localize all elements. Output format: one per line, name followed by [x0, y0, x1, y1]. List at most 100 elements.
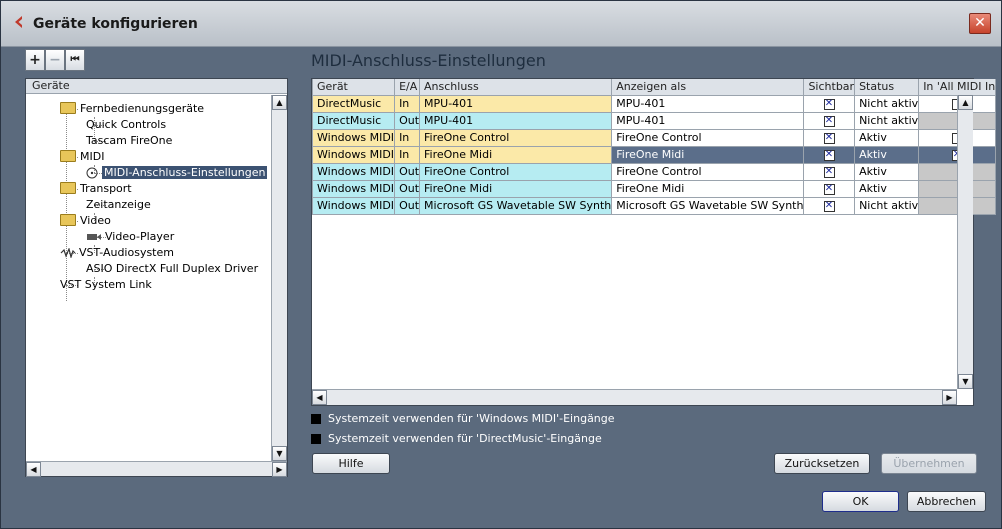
cell-show-as[interactable]: FireOne Control	[611, 128, 805, 147]
cell-visible	[803, 111, 856, 130]
title-bar: Geräte konfigurieren ✕	[1, 1, 1001, 47]
cell-device: Windows MIDI	[311, 145, 396, 164]
cell-port: MPU-401	[419, 111, 613, 130]
table-row[interactable]: Windows MIDI Out Microsoft GS Wavetable …	[311, 196, 997, 215]
column-header-io[interactable]: E/A	[394, 79, 421, 96]
cell-show-as[interactable]: FireOne Midi	[611, 145, 805, 164]
table-row-selected[interactable]: Windows MIDI In FireOne Midi FireOne Mid…	[311, 145, 997, 164]
visible-checkbox[interactable]	[823, 98, 835, 110]
scroll-up-arrow-icon[interactable]: ▲	[958, 95, 973, 110]
cell-port: FireOne Control	[419, 128, 613, 147]
column-header-port[interactable]: Anschluss	[419, 79, 613, 96]
tree-item-vst-system-link[interactable]: VST System Link	[60, 277, 152, 293]
cell-status: Nicht aktiv	[854, 196, 920, 215]
video-icon	[87, 234, 101, 240]
column-header-device[interactable]: Gerät	[311, 79, 396, 96]
apply-button[interactable]: Übernehmen	[881, 453, 977, 474]
table-row[interactable]: DirectMusic In MPU-401 MPU-401 Nicht akt…	[311, 94, 997, 113]
audio-icon	[60, 247, 76, 260]
system-time-windows-midi-option[interactable]: Systemzeit verwenden für 'Windows MIDI'-…	[311, 412, 615, 425]
visible-checkbox[interactable]	[823, 149, 835, 161]
cell-status: Nicht aktiv	[854, 111, 920, 130]
visible-checkbox[interactable]	[823, 132, 835, 144]
column-header-all-midi-in[interactable]: In 'All MIDI In	[918, 79, 997, 96]
ok-button[interactable]: OK	[822, 491, 899, 512]
cell-port: Microsoft GS Wavetable SW Synth	[419, 196, 613, 215]
tree-item-fernbedienungsgeraete[interactable]: Fernbedienungsgeräte	[60, 101, 204, 117]
column-header-show-as[interactable]: Anzeigen als	[611, 79, 805, 96]
tree-item-midi-anschluss-einstellungen[interactable]: MIDI-Anschluss-Einstellungen	[86, 165, 268, 181]
system-time-windows-midi-checkbox[interactable]	[311, 413, 321, 424]
cell-port: FireOne Midi	[419, 179, 613, 198]
scroll-down-arrow-icon[interactable]: ▼	[272, 446, 287, 461]
tree-item-asio-directx[interactable]: ASIO DirectX Full Duplex Driver	[86, 261, 258, 277]
cell-show-as[interactable]: MPU-401	[611, 111, 805, 130]
cell-device: DirectMusic	[311, 111, 396, 130]
tree-header: Geräte	[26, 79, 287, 94]
tree-item-transport[interactable]: Transport	[60, 181, 132, 197]
cell-visible	[803, 196, 856, 215]
scroll-up-arrow-icon[interactable]: ▲	[272, 95, 287, 110]
scroll-right-arrow-icon[interactable]: ▶	[272, 462, 287, 477]
scroll-left-arrow-icon[interactable]: ◀	[26, 462, 41, 477]
cell-status: Aktiv	[854, 179, 920, 198]
scroll-right-arrow-icon[interactable]: ▶	[942, 390, 957, 405]
cancel-button[interactable]: Abbrechen	[907, 491, 986, 512]
tree-item-video[interactable]: Video	[60, 213, 111, 229]
visible-checkbox[interactable]	[823, 115, 835, 127]
table-vertical-scrollbar[interactable]: ▲ ▼	[957, 95, 973, 389]
visible-checkbox[interactable]	[823, 200, 835, 212]
cell-io: In	[394, 94, 421, 113]
column-header-visible[interactable]: Sichtbar	[803, 79, 856, 96]
help-button[interactable]: Hilfe	[312, 453, 390, 474]
tree-item-tascam-fireone[interactable]: Tascam FireOne	[86, 133, 172, 149]
close-button[interactable]: ✕	[969, 13, 991, 34]
system-time-directmusic-checkbox[interactable]	[311, 433, 321, 444]
cell-io: Out	[394, 111, 421, 130]
tree-item-midi[interactable]: MIDI	[60, 149, 104, 165]
system-time-directmusic-option[interactable]: Systemzeit verwenden für 'DirectMusic'-E…	[311, 432, 602, 445]
table-horizontal-scrollbar[interactable]: ◀ ▶	[312, 389, 957, 405]
cell-device: Windows MIDI	[311, 128, 396, 147]
tree-item-zeitanzeige[interactable]: Zeitanzeige	[86, 197, 151, 213]
device-tree: Fernbedienungsgeräte Quick Controls Tasc…	[26, 95, 287, 461]
folder-icon	[60, 150, 76, 162]
reset-button[interactable]: Zurücksetzen	[774, 453, 870, 474]
remove-device-button[interactable]: −	[45, 49, 65, 71]
cell-show-as[interactable]: MPU-401	[611, 94, 805, 113]
column-header-status[interactable]: Status	[854, 79, 920, 96]
tree-item-vst-audiosystem[interactable]: VST-Audiosystem	[60, 245, 174, 261]
scroll-down-arrow-icon[interactable]: ▼	[958, 374, 973, 389]
cell-port: FireOne Control	[419, 162, 613, 181]
cell-device: Windows MIDI	[311, 162, 396, 181]
table-header-row: Gerät E/A Anschluss Anzeigen als Sichtba…	[311, 79, 997, 96]
add-device-button[interactable]: +	[25, 49, 45, 71]
reset-device-button[interactable]: ⏮	[65, 49, 85, 71]
tree-vertical-scrollbar[interactable]: ▲ ▼	[271, 95, 287, 461]
tree-horizontal-scrollbar[interactable]: ◀ ▶	[26, 461, 287, 477]
cell-status: Nicht aktiv	[854, 94, 920, 113]
cell-io: Out	[394, 179, 421, 198]
cell-port: MPU-401	[419, 94, 613, 113]
visible-checkbox[interactable]	[823, 183, 835, 195]
device-tree-panel: Geräte Fernbedienungsgeräte Quick Contro…	[25, 78, 288, 477]
folder-icon	[60, 102, 76, 114]
midi-port-table-panel: Gerät E/A Anschluss Anzeigen als Sichtba…	[311, 78, 997, 406]
tree-item-video-player[interactable]: Video-Player	[86, 229, 174, 245]
table-row[interactable]: Windows MIDI Out FireOne Midi FireOne Mi…	[311, 179, 997, 198]
scroll-left-arrow-icon[interactable]: ◀	[312, 390, 327, 405]
table-row[interactable]: Windows MIDI Out FireOne Control FireOne…	[311, 162, 997, 181]
table-row[interactable]: Windows MIDI In FireOne Control FireOne …	[311, 128, 997, 147]
visible-checkbox[interactable]	[823, 166, 835, 178]
table-row[interactable]: DirectMusic Out MPU-401 MPU-401 Nicht ak…	[311, 111, 997, 130]
tree-item-quick-controls[interactable]: Quick Controls	[86, 117, 166, 133]
cell-show-as[interactable]: Microsoft GS Wavetable SW Synth	[611, 196, 805, 215]
folder-icon	[60, 214, 76, 226]
cell-show-as[interactable]: FireOne Midi	[611, 179, 805, 198]
cell-status: Aktiv	[854, 145, 920, 164]
cell-show-as[interactable]: FireOne Control	[611, 162, 805, 181]
midi-port-table: Gerät E/A Anschluss Anzeigen als Sichtba…	[311, 79, 997, 215]
cell-visible	[803, 128, 856, 147]
cell-visible	[803, 162, 856, 181]
cell-visible	[803, 94, 856, 113]
